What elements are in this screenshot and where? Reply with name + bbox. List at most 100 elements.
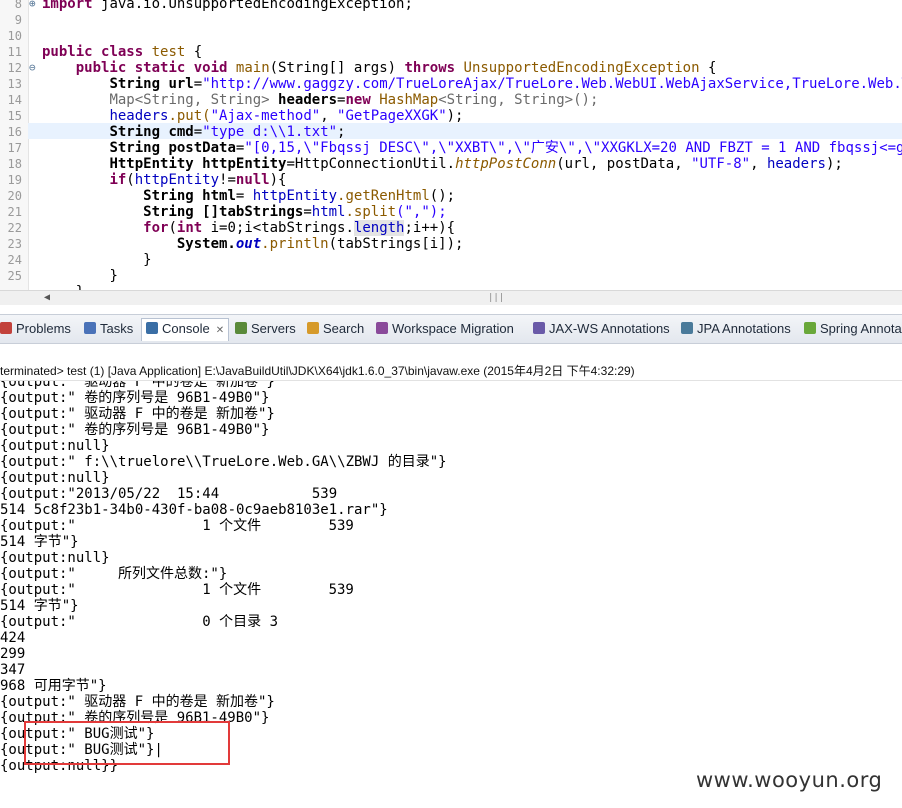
line-number: 19 <box>7 173 22 187</box>
variable: postData <box>168 140 236 156</box>
generic: <String, String>(); <box>438 92 599 108</box>
import-path: java.io.UnsupportedEncodingException; <box>101 0 413 12</box>
operator: = <box>193 76 203 92</box>
string-literal: (","); <box>396 204 447 220</box>
code-line-import: import java.io.UnsupportedEncodingExcept… <box>42 0 413 12</box>
console-line: {output:" f:\\truelore\\TrueLore.Web.GA\… <box>0 454 447 470</box>
line-number: 14 <box>7 93 22 107</box>
console-line: 424 <box>0 630 26 646</box>
exception-type: UnsupportedEncodingException <box>463 60 700 76</box>
keyword: import <box>42 0 93 12</box>
watermark: www.wooyun.org <box>696 768 883 792</box>
code-line-url: String url="http://www.gaggzy.com/TrueLo… <box>42 76 902 92</box>
tab-jax-ws-annotations[interactable]: JAX-WS Annotations <box>533 319 670 339</box>
line-number: 23 <box>7 237 22 251</box>
line-number: 22 <box>7 221 22 235</box>
operator: = <box>193 124 203 140</box>
fold-collapse-icon[interactable]: ⊖ <box>29 60 36 76</box>
brace: { <box>193 44 203 60</box>
code-line-split: String []tabStrings=html.split(","); <box>42 204 447 220</box>
console-line: {output:" 所列文件总数:"} <box>0 566 228 582</box>
console-line: {output:" 驱动器 F 中的卷是 新加卷"} <box>0 406 275 422</box>
console-line: {output:null} <box>0 470 110 486</box>
type: String <box>109 76 161 92</box>
tab-workspace-migration[interactable]: Workspace Migration <box>376 319 514 339</box>
tab-label: JAX-WS Annotations <box>549 321 670 336</box>
tab-spring-annotations[interactable]: Spring Annota <box>804 319 902 339</box>
method-call: httpPostConn <box>455 156 557 172</box>
line-number: 12 <box>7 61 22 75</box>
field: headers <box>766 156 826 172</box>
string-literal: "GetPageXXGK" <box>337 108 447 124</box>
type: HttpEntity <box>109 156 194 172</box>
operator: = <box>235 188 253 204</box>
tasks-icon <box>84 322 96 334</box>
migration-icon <box>376 322 388 334</box>
search-icon <box>307 322 319 334</box>
console-line: {output:" 卷的序列号是 96B1-49B0"} <box>0 422 270 438</box>
servers-icon <box>235 322 247 334</box>
console-line: {output:"2013/05/22 15:44 539 <box>0 486 338 502</box>
line-number: 15 <box>7 109 22 123</box>
tab-search[interactable]: Search <box>307 319 364 339</box>
class-name: HashMap <box>379 92 439 108</box>
terminator: (); <box>429 188 456 204</box>
console-line: {output:" 1 个文件 539 <box>0 582 354 598</box>
code-line-class: public class test { <box>42 44 202 60</box>
field: httpEntity <box>252 188 338 204</box>
highlight-annotation-box <box>24 721 230 765</box>
tab-jpa-annotations[interactable]: JPA Annotations <box>681 319 791 339</box>
method-call: .split <box>345 204 397 220</box>
separator: , <box>320 108 338 124</box>
tab-label: Workspace Migration <box>392 321 514 336</box>
fold-expand-icon[interactable]: ⊕ <box>29 0 36 12</box>
brace: } <box>143 252 152 268</box>
close-icon[interactable]: ✕ <box>216 325 224 336</box>
problems-icon <box>0 322 12 334</box>
string-literal: "Ajax-method" <box>210 108 321 124</box>
tab-problems[interactable]: Problems <box>0 319 71 339</box>
scroll-left-icon[interactable]: ◀ <box>44 291 50 305</box>
code-editor[interactable]: 8 9 10 11 12 13 14 15 16 17 18 19 20 21 22 23 24 25 ⊕ ⊖ i… <box>0 0 902 290</box>
field: httpEntity <box>134 172 220 188</box>
console-line: {output:null} <box>0 438 110 454</box>
console-line: {output:" 卷的序列号是 96B1-49B0"} <box>0 390 270 406</box>
tab-label: Servers <box>251 321 296 336</box>
operator: != <box>219 172 236 188</box>
line-number: 9 <box>14 13 22 27</box>
loop-step: ;i++){ <box>404 220 456 236</box>
variable: headers <box>278 92 338 108</box>
console-line: {output:" 驱动器 F 中的卷是 新加卷"} <box>0 694 275 710</box>
tab-tasks[interactable]: Tasks <box>84 319 133 339</box>
method-call: .println <box>261 236 329 252</box>
class-name: HttpConnectionUtil. <box>294 156 456 172</box>
method-call: .getRenHtml <box>337 188 430 204</box>
line-number: 25 <box>7 269 22 283</box>
tab-servers[interactable]: Servers <box>235 319 296 339</box>
keyword: public <box>42 44 93 60</box>
keyword: null <box>235 172 270 188</box>
code-line-main: public static void main(String[] args) t… <box>42 60 717 76</box>
console-line: 514 5c8f23b1-34b0-430f-ba08-0c9aeb8103e1… <box>0 502 388 518</box>
type: String <box>109 140 161 156</box>
operator: = <box>303 204 312 220</box>
params: (String[] args) <box>269 60 397 76</box>
brace: } <box>109 268 118 284</box>
console-line: 514 字节"} <box>0 598 79 614</box>
type: String <box>109 124 161 140</box>
console-line: 968 可用字节"} <box>0 678 107 694</box>
horizontal-scrollbar[interactable]: ◀ ||| <box>0 290 902 305</box>
scroll-grip-icon[interactable]: ||| <box>488 293 504 303</box>
variable: html <box>202 188 236 204</box>
line-number: 11 <box>7 45 22 59</box>
line-number: 18 <box>7 157 22 171</box>
console-line: 347 <box>0 662 26 678</box>
field: out <box>235 236 262 252</box>
keyword: if <box>109 172 127 188</box>
line-number: 20 <box>7 189 22 203</box>
console-line: {output:" 驱动器 F 中的卷是 新加卷"} <box>0 381 275 390</box>
tab-label: Spring Annota <box>820 321 902 336</box>
string-literal: "http://www.gaggzy.com/TrueLoreAjax/True… <box>202 76 902 92</box>
code-line-httpentity: HttpEntity httpEntity=HttpConnectionUtil… <box>42 156 842 172</box>
tab-console[interactable]: Console ✕ <box>141 318 230 341</box>
